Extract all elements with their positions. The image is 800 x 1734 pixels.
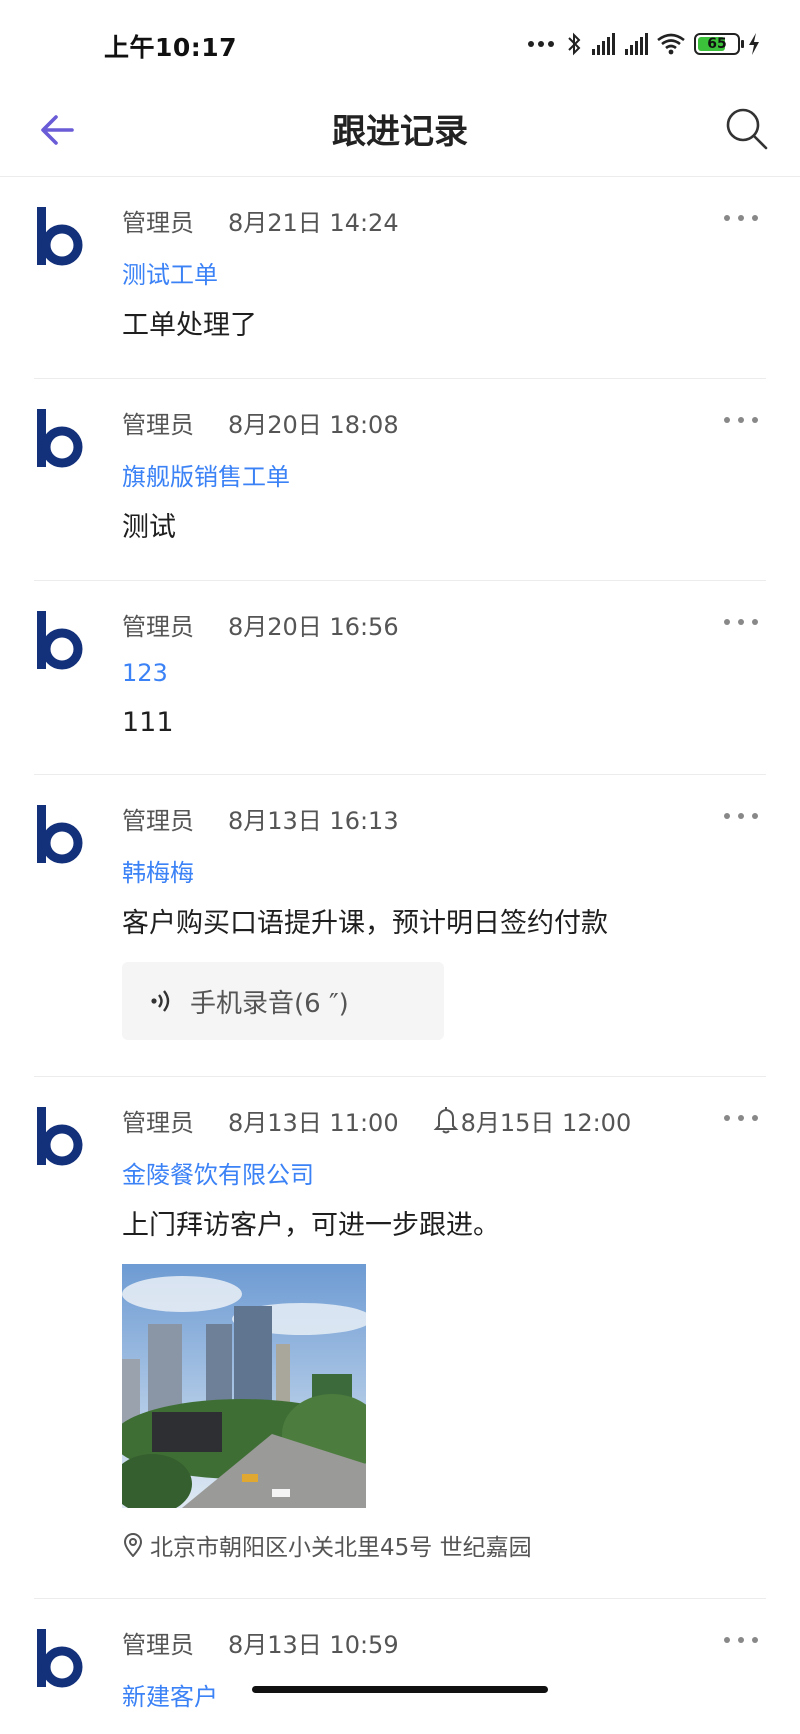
avatar bbox=[37, 1107, 83, 1166]
related-link[interactable]: 旗舰版销售工单 bbox=[122, 457, 766, 491]
list-item[interactable]: 管理员 8月13日 16:13 韩梅梅 客户购买口语提升课，预计明日签约付款 手… bbox=[34, 775, 766, 1077]
signal-hd-icon-2 bbox=[623, 33, 648, 55]
bell-icon bbox=[433, 1107, 459, 1134]
search-icon[interactable] bbox=[722, 104, 772, 154]
more-options-icon[interactable] bbox=[724, 213, 758, 223]
record-time: 8月21日 14:24 bbox=[228, 208, 399, 237]
battery-level: 65 bbox=[707, 36, 727, 52]
list-item[interactable]: 管理员 8月20日 16:56 123 111 bbox=[34, 581, 766, 775]
reminder-time: 8月15日 12:00 bbox=[460, 1108, 632, 1137]
author-name: 管理员 bbox=[122, 410, 194, 439]
record-content: 测试 bbox=[122, 512, 176, 543]
location-pin-icon bbox=[123, 1533, 143, 1557]
related-link[interactable]: 金陵餐饮有限公司 bbox=[122, 1155, 766, 1189]
list-item[interactable]: 管理员 8月13日 11:00 8月15日 12:00 金陵餐饮有限公司 上门拜… bbox=[34, 1077, 766, 1599]
more-options-icon[interactable] bbox=[724, 415, 758, 425]
list-item[interactable]: 管理员 8月20日 18:08 旗舰版销售工单 测试 bbox=[34, 379, 766, 581]
list-item[interactable]: 管理员 8月21日 14:24 测试工单 工单处理了 bbox=[34, 177, 766, 379]
avatar bbox=[37, 409, 83, 468]
author-name: 管理员 bbox=[122, 806, 194, 835]
battery-icon: 65 bbox=[694, 33, 744, 55]
reminder: 8月15日 12:00 bbox=[433, 1103, 632, 1138]
author-name: 管理员 bbox=[122, 1630, 194, 1659]
bluetooth-icon bbox=[568, 32, 581, 56]
related-link[interactable]: 测试工单 bbox=[122, 255, 766, 289]
wifi-icon bbox=[657, 33, 685, 55]
more-options-icon[interactable] bbox=[724, 1635, 758, 1645]
record-time: 8月13日 10:59 bbox=[228, 1630, 399, 1659]
record-content: 工单处理了 bbox=[122, 310, 257, 341]
home-indicator[interactable] bbox=[252, 1686, 548, 1693]
author-name: 管理员 bbox=[122, 208, 194, 237]
list-item[interactable]: 管理员 8月13日 10:59 新建客户 bbox=[34, 1599, 766, 1719]
record-content: 上门拜访客户，可进一步跟进。 bbox=[122, 1210, 500, 1241]
record-content: 111 bbox=[122, 707, 174, 738]
avatar bbox=[37, 805, 83, 864]
related-link[interactable]: 韩梅梅 bbox=[122, 853, 766, 887]
follow-up-list: 管理员 8月21日 14:24 测试工单 工单处理了 管理员 8月20日 18:… bbox=[0, 177, 800, 1719]
page-title: 跟进记录 bbox=[332, 112, 468, 152]
charging-icon bbox=[749, 33, 759, 55]
location[interactable]: 北京市朝阳区小关北里45号 世纪嘉园 bbox=[122, 1528, 766, 1562]
signal-hd-icon-1 bbox=[590, 33, 615, 55]
record-time: 8月13日 11:00 bbox=[228, 1108, 399, 1137]
status-icons: 65 bbox=[528, 26, 760, 62]
location-text: 北京市朝阳区小关北里45号 世纪嘉园 bbox=[150, 1535, 532, 1561]
related-link[interactable]: 123 bbox=[122, 659, 766, 689]
more-options-icon[interactable] bbox=[724, 811, 758, 821]
avatar bbox=[37, 207, 83, 266]
author-name: 管理员 bbox=[122, 612, 194, 641]
attached-photo[interactable] bbox=[122, 1264, 366, 1508]
record-time: 8月20日 18:08 bbox=[228, 410, 399, 439]
record-time: 8月20日 16:56 bbox=[228, 612, 399, 641]
audio-label: 手机录音(6 ″) bbox=[190, 988, 349, 1019]
author-name: 管理员 bbox=[122, 1108, 194, 1137]
avatar bbox=[37, 611, 83, 670]
avatar bbox=[37, 1629, 83, 1688]
record-content: 客户购买口语提升课，预计明日签约付款 bbox=[122, 908, 608, 939]
status-bar: 上午10:17 65 bbox=[0, 0, 800, 90]
more-options-icon[interactable] bbox=[724, 1113, 758, 1123]
more-notifications-icon bbox=[528, 41, 554, 47]
status-time: 上午10:17 bbox=[104, 33, 238, 62]
sound-wave-icon bbox=[151, 990, 170, 1012]
audio-recording[interactable]: 手机录音(6 ″) bbox=[122, 962, 444, 1040]
record-time: 8月13日 16:13 bbox=[228, 806, 399, 835]
more-options-icon[interactable] bbox=[724, 617, 758, 627]
nav-bar: 跟进记录 bbox=[0, 90, 800, 177]
